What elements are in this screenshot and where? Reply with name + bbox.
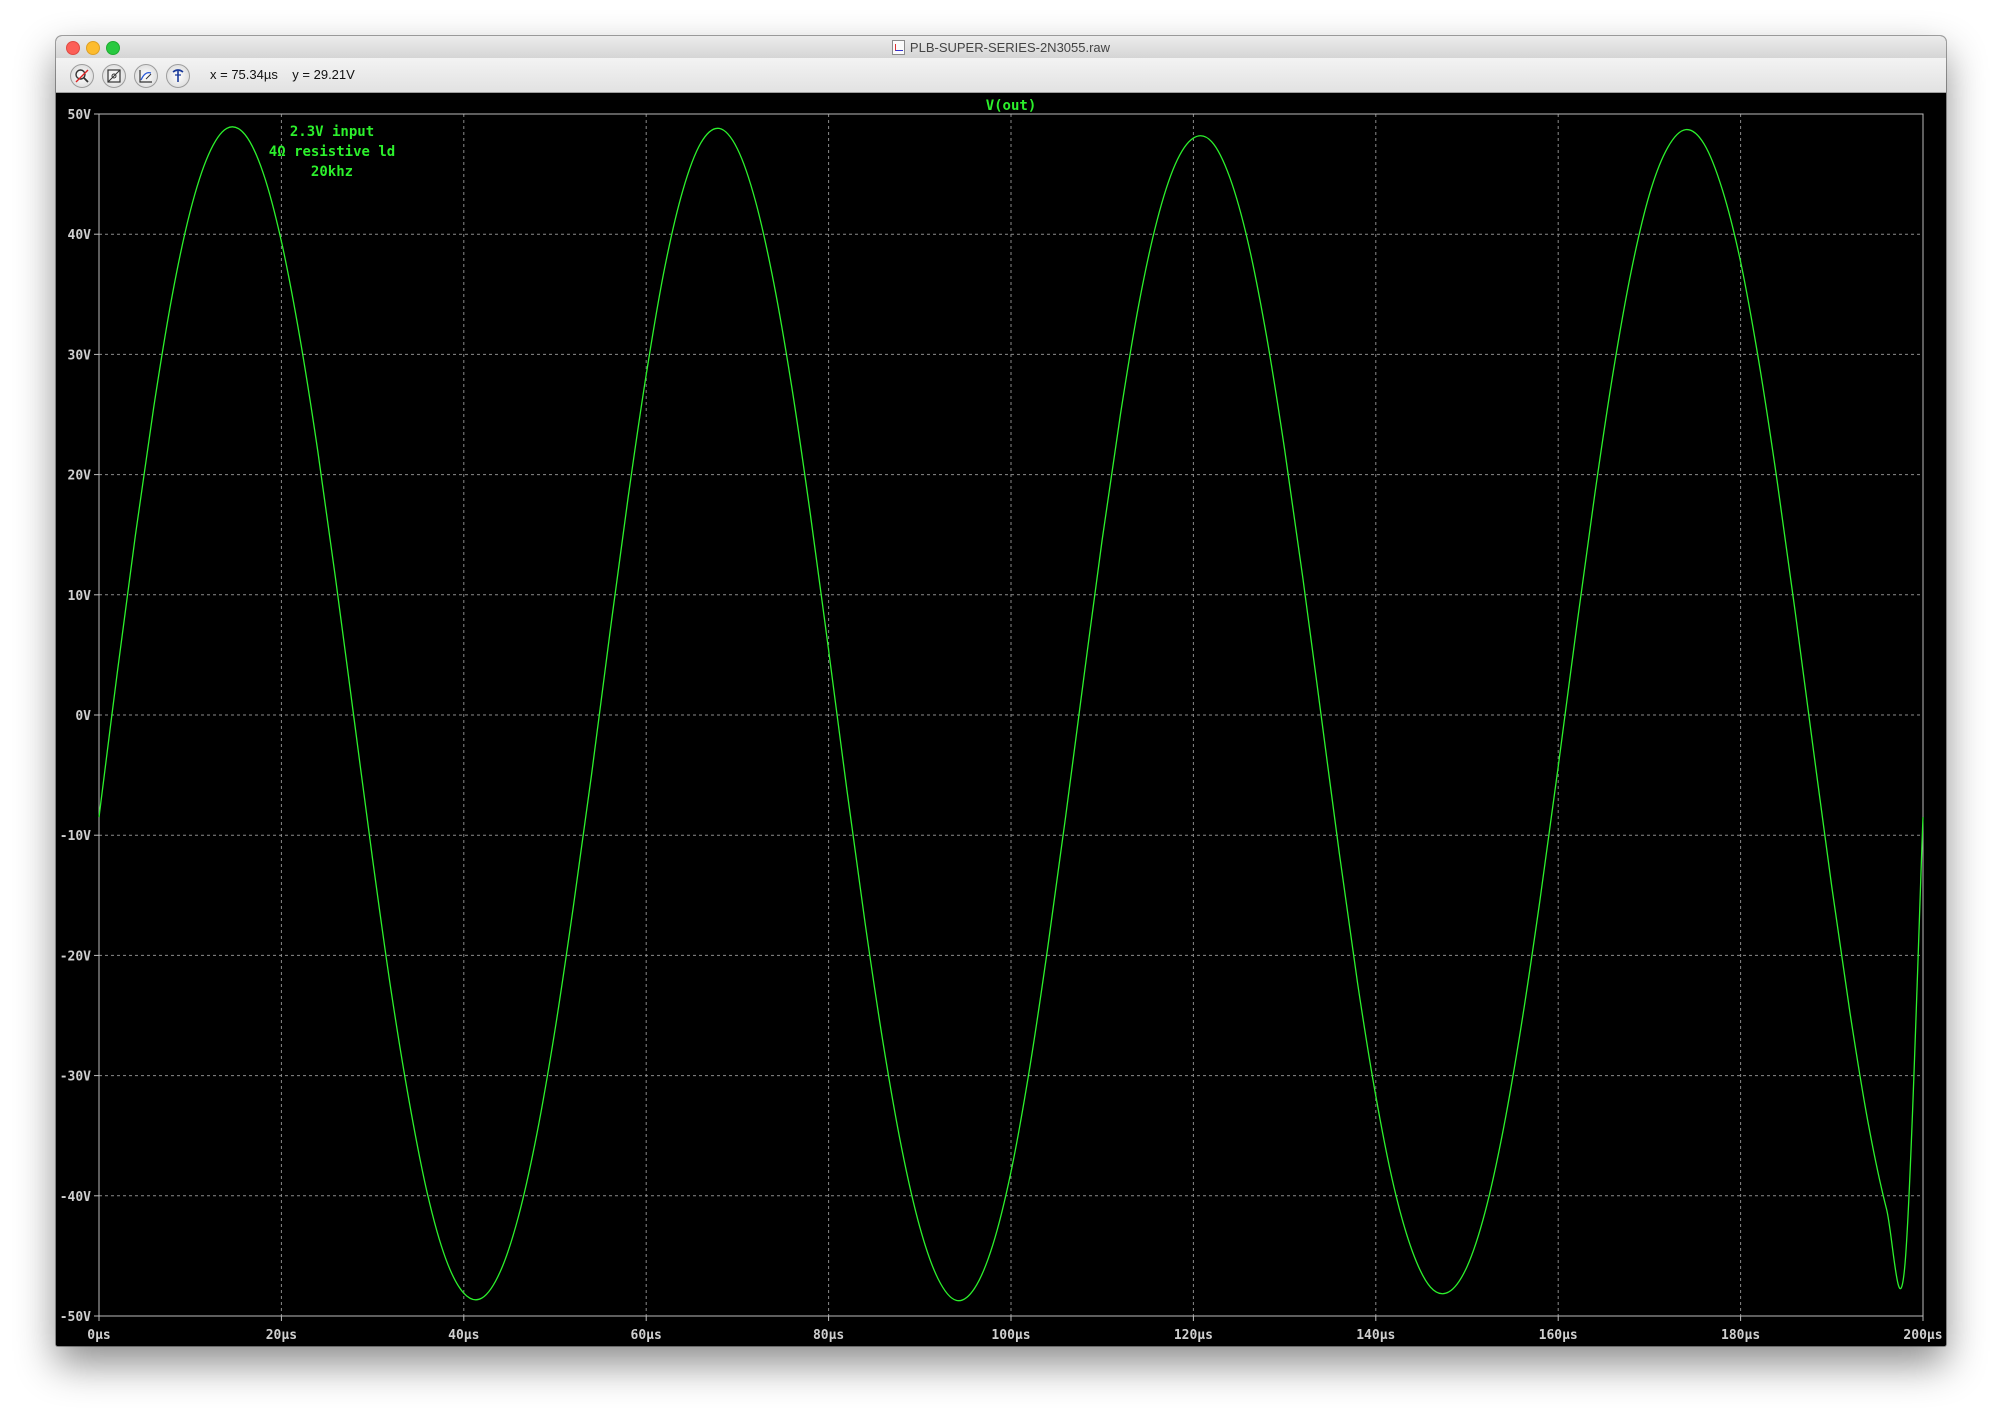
x-tick-label: 40µs [448, 1328, 479, 1343]
cursor-x-readout: x = 75.34µs [210, 67, 278, 82]
waveform-viewer-window: PLB-SUPER-SERIES-2N3055.raw x = 75.34µs … [56, 36, 1946, 1346]
autorange-button[interactable] [134, 64, 158, 88]
x-tick-label: 200µs [1903, 1328, 1942, 1343]
y-tick-label: 10V [68, 589, 92, 604]
x-tick-label: 100µs [991, 1328, 1030, 1343]
x-tick-label: 140µs [1356, 1328, 1395, 1343]
x-tick-label: 20µs [266, 1328, 297, 1343]
x-tick-label: 60µs [631, 1328, 662, 1343]
zoom-fit-icon [107, 69, 121, 83]
x-tick-label: 120µs [1174, 1328, 1213, 1343]
probe-icon [172, 69, 184, 82]
trace-title[interactable]: V(out) [986, 98, 1037, 114]
plot-annotation-line: 2.3V input [290, 124, 374, 140]
y-tick-label: 40V [68, 228, 92, 243]
y-tick-label: 0V [75, 709, 91, 724]
y-tick-label: -50V [60, 1310, 91, 1325]
autorange-icon [139, 70, 152, 83]
probe-button[interactable] [166, 64, 190, 88]
window-title: PLB-SUPER-SERIES-2N3055.raw [909, 39, 1111, 55]
cursor-y-readout: y = 29.21V [292, 67, 355, 82]
x-tick-label: 80µs [813, 1328, 844, 1343]
title-bar[interactable]: PLB-SUPER-SERIES-2N3055.raw [56, 36, 1946, 59]
cursor-readout: x = 75.34µs y = 29.21V [210, 58, 355, 92]
y-tick-label: 20V [68, 469, 92, 484]
x-tick-label: 160µs [1539, 1328, 1578, 1343]
y-tick-label: -30V [60, 1070, 91, 1085]
toolbar: x = 75.34µs y = 29.21V [56, 58, 1946, 93]
y-tick-label: 30V [68, 348, 92, 363]
plot-area[interactable]: 0µs 20µs 40µs 60µs 80µs 100µs 120µs 140µs 160µs 1… [56, 93, 1946, 1346]
x-tick-label: 0µs [87, 1328, 110, 1343]
zoom-out-icon [75, 69, 89, 83]
raw-file-icon [891, 39, 905, 55]
y-tick-label: -20V [60, 949, 91, 964]
x-tick-label: 180µs [1721, 1328, 1760, 1343]
plot-annotation-line: 20khz [311, 164, 353, 180]
window-title-container: PLB-SUPER-SERIES-2N3055.raw [56, 36, 1946, 58]
waveform-chart[interactable]: 0µs 20µs 40µs 60µs 80µs 100µs 120µs 140µs 160µs 1… [56, 93, 1946, 1346]
plot-annotation-line: 4Ω resistive ld [269, 144, 395, 160]
zoom-out-button[interactable] [70, 64, 94, 88]
y-tick-label: -40V [60, 1190, 91, 1205]
y-tick-label: -10V [60, 829, 91, 844]
y-tick-label: 50V [68, 108, 92, 123]
zoom-fit-button[interactable] [102, 64, 126, 88]
